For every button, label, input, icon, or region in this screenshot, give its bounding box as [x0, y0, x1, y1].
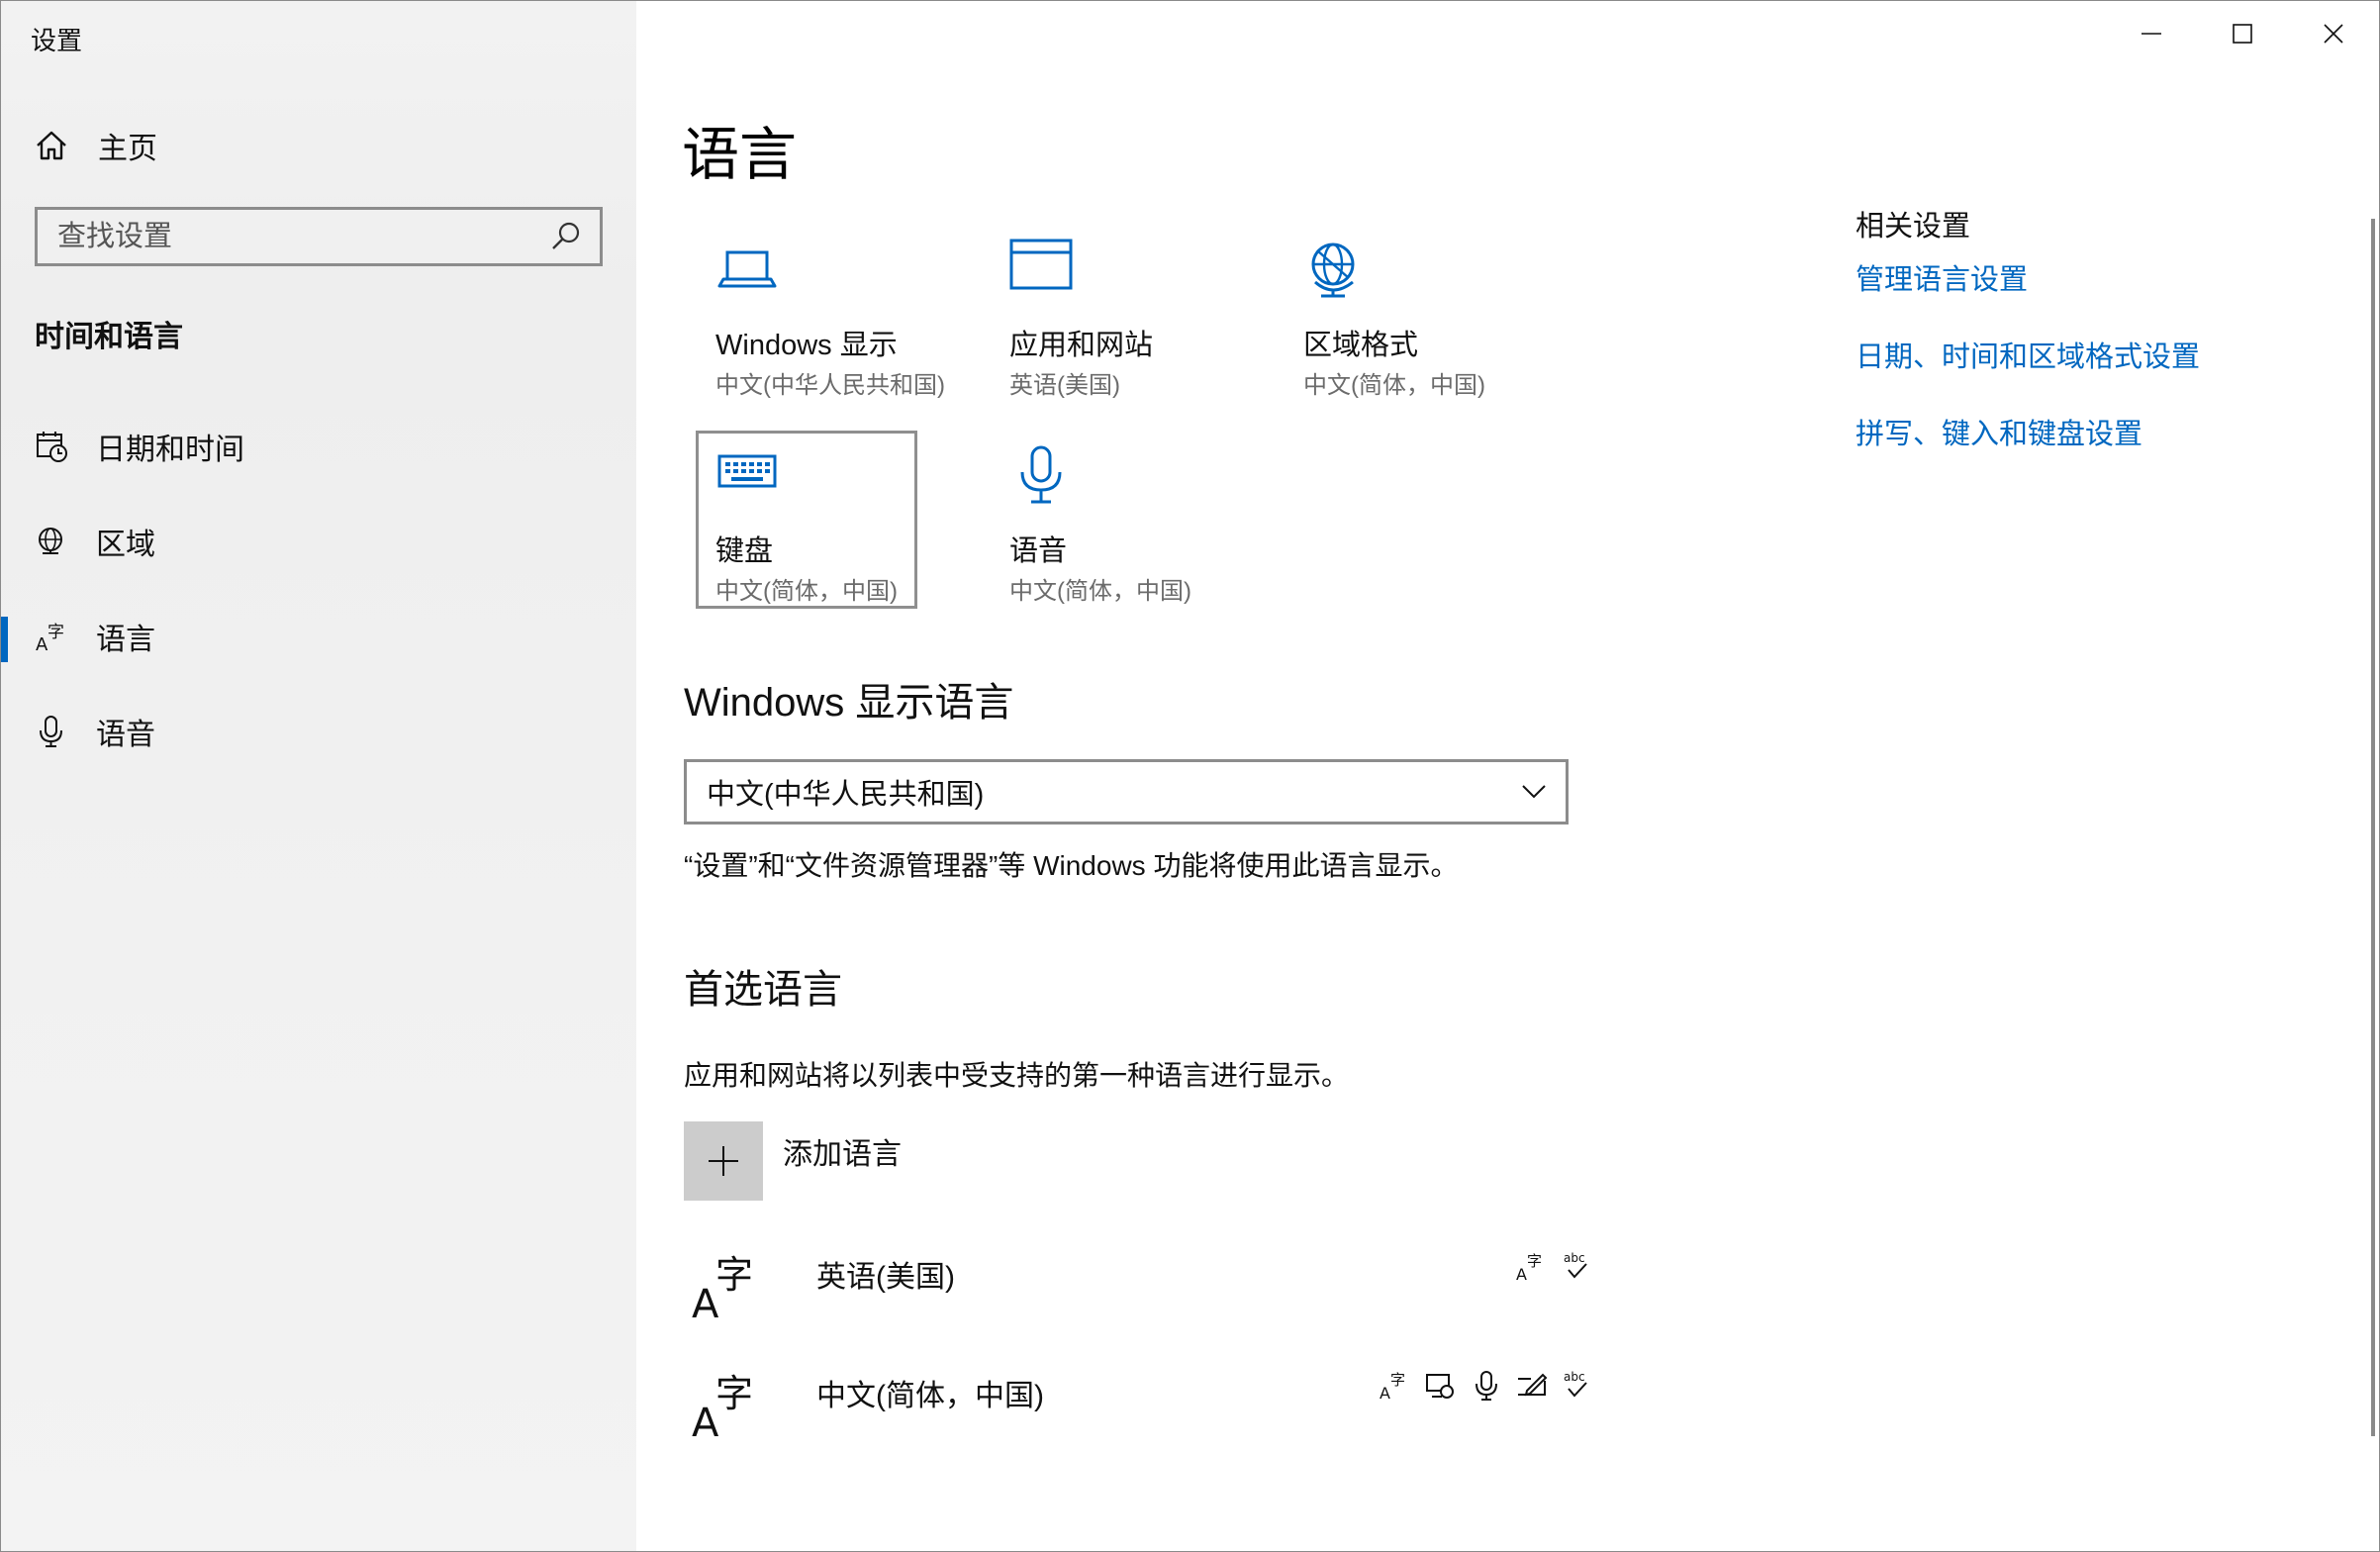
laptop-icon — [717, 250, 777, 288]
sidebar: 设置 主页 时间和语言 日期和时间 — [1, 1, 636, 1551]
tile-speech[interactable]: 语音 中文(简体，中国) — [990, 431, 1211, 609]
tile-name: 应用和网站 — [1009, 330, 1154, 361]
svg-text:字: 字 — [1527, 1252, 1542, 1270]
date-time-icon — [37, 432, 67, 462]
tile-name: 区域格式 — [1303, 330, 1419, 361]
display-language-dropdown[interactable]: 中文(中华人民共和国) — [684, 759, 1569, 824]
microphone-icon — [40, 716, 62, 747]
sidebar-item-label: 区域 — [96, 529, 155, 561]
svg-text:abc: abc — [1564, 1370, 1585, 1384]
search-icon[interactable] — [546, 217, 586, 256]
maximize-button[interactable] — [2197, 1, 2288, 66]
svg-text:字: 字 — [1390, 1371, 1405, 1389]
tile-name: 键盘 — [715, 535, 774, 567]
section-title: 时间和语言 — [35, 321, 183, 353]
globe-icon — [1311, 242, 1355, 298]
language-features: A 字 abc — [1379, 1369, 1594, 1403]
tile-sub: 中文(简体，中国) — [1303, 372, 1485, 399]
add-language-button[interactable] — [684, 1121, 763, 1201]
search-box[interactable] — [35, 207, 603, 266]
scrollbar[interactable] — [2371, 219, 2375, 1436]
home-link[interactable]: 主页 — [35, 124, 157, 167]
maximize-icon — [2233, 24, 2252, 44]
chevron-down-icon — [1522, 785, 1546, 799]
sidebar-item-date-time[interactable]: 日期和时间 — [1, 407, 636, 486]
language-icon: A 字 — [36, 623, 64, 653]
minimize-button[interactable] — [2106, 1, 2197, 66]
svg-text:A: A — [1380, 1384, 1390, 1403]
language-name: 中文(简体，中国) — [816, 1380, 1044, 1412]
spell-check-icon: abc — [1564, 1251, 1587, 1279]
preferred-languages-description: 应用和网站将以列表中受支持的第一种语言进行显示。 — [684, 1060, 1350, 1091]
svg-text:字: 字 — [715, 1372, 753, 1415]
settings-window: 设置 主页 时间和语言 日期和时间 — [0, 0, 2380, 1552]
plus-icon — [709, 1146, 738, 1176]
tile-sub: 中文(简体，中国) — [1009, 578, 1191, 605]
svg-text:字: 字 — [715, 1253, 753, 1297]
keyboard-icon — [717, 454, 777, 488]
display-language-icon: A 字 — [1380, 1371, 1405, 1403]
window-icon — [1009, 239, 1073, 290]
sidebar-item-label: 日期和时间 — [96, 434, 244, 466]
microphone-icon — [1020, 445, 1062, 504]
link-date-time-region-settings[interactable]: 日期、时间和区域格式设置 — [1856, 334, 2200, 375]
link-spelling-typing-keyboard-settings[interactable]: 拼写、键入和键盘设置 — [1856, 411, 2142, 452]
tile-name: 语音 — [1009, 535, 1068, 567]
svg-text:A: A — [1516, 1265, 1527, 1284]
language-item-zh-cn[interactable]: A 字 中文(简体，中国) A 字 abc — [684, 1357, 1673, 1446]
minimize-icon — [2142, 33, 2161, 35]
speech-recognition-icon — [1476, 1371, 1497, 1401]
tile-name: Windows 显示 — [715, 330, 898, 361]
tile-keyboard[interactable]: 键盘 中文(简体，中国) — [696, 431, 917, 609]
text-to-speech-icon — [1426, 1374, 1454, 1399]
language-name: 英语(美国) — [816, 1261, 955, 1294]
language-icon: A 字 — [692, 1372, 753, 1442]
display-language-heading: Windows 显示语言 — [684, 681, 1014, 725]
tile-sub: 中文(中华人民共和国) — [715, 372, 945, 399]
display-language-icon: A 字 — [1516, 1252, 1542, 1284]
add-language-label: 添加语言 — [783, 1138, 902, 1171]
tile-apps-websites[interactable]: 应用和网站 英语(美国) — [990, 225, 1211, 403]
tile-regional-format[interactable]: 区域格式 中文(简体，中国) — [1284, 225, 1505, 403]
app-title: 设置 — [31, 26, 83, 55]
preferred-languages-heading: 首选语言 — [684, 968, 842, 1012]
close-icon — [2324, 24, 2343, 44]
sidebar-item-language[interactable]: A 字 语言 — [1, 597, 636, 676]
sidebar-item-label: 语音 — [96, 719, 155, 751]
sidebar-item-label: 语言 — [96, 624, 155, 656]
svg-text:字: 字 — [48, 623, 64, 642]
home-label: 主页 — [98, 133, 157, 165]
handwriting-icon — [1518, 1373, 1548, 1397]
home-icon — [37, 131, 66, 160]
add-language-row[interactable]: 添加语言 — [684, 1121, 1179, 1201]
language-features: A 字 abc — [1515, 1250, 1594, 1284]
display-language-description: “设置”和“文件资源管理器”等 Windows 功能将使用此语言显示。 — [684, 850, 1459, 881]
link-manage-language-settings[interactable]: 管理语言设置 — [1856, 256, 2028, 298]
close-button[interactable] — [2288, 1, 2379, 66]
tile-sub: 英语(美国) — [1009, 372, 1120, 399]
page-title: 语言 — [682, 123, 798, 187]
sidebar-item-speech[interactable]: 语音 — [1, 692, 636, 771]
region-globe-icon — [39, 528, 62, 554]
related-settings: 相关设置 管理语言设置 日期、时间和区域格式设置 拼写、键入和键盘设置 — [1856, 203, 2200, 450]
display-language-value: 中文(中华人民共和国) — [707, 779, 985, 811]
tile-windows-display[interactable]: Windows 显示 中文(中华人民共和国) — [696, 225, 945, 403]
search-input[interactable] — [38, 209, 546, 264]
main-content: 语言 Windows 显示 中文(中华人民共和国) 应用和网站 英语(美国) 区… — [636, 1, 2379, 1551]
language-item-en-us[interactable]: A 字 英语(美国) A 字 abc — [684, 1238, 1673, 1327]
language-icon: A 字 — [692, 1253, 753, 1323]
sidebar-item-region[interactable]: 区域 — [1, 502, 636, 581]
svg-text:abc: abc — [1564, 1251, 1585, 1265]
tile-sub: 中文(简体，中国) — [715, 578, 898, 605]
related-settings-heading: 相关设置 — [1856, 211, 1971, 242]
spell-check-icon: abc — [1564, 1370, 1587, 1398]
